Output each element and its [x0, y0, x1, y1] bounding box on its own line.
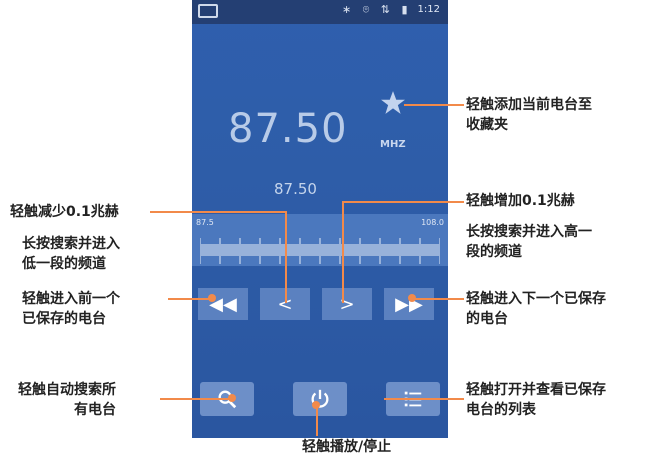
- dial-ticks: [200, 238, 440, 264]
- callout-step-down-long: 长按搜索并进入 低一段的频道: [22, 236, 120, 272]
- leader-open-list: [384, 398, 464, 400]
- dial-min-label: 87.5: [196, 218, 214, 227]
- callout-step-up: 轻触增加0.1兆赫: [466, 193, 575, 209]
- dial-max-label: 108.0: [421, 218, 444, 227]
- leader-step-up-v: [342, 201, 344, 303]
- leader-favorite: [404, 104, 464, 106]
- callout-next-saved: 轻触进入下一个已保存 的电台: [466, 291, 606, 327]
- power-button[interactable]: [293, 382, 347, 416]
- radio-screen: ∗ ⌾ ⇅ ▮ 1:12 87.50 MHZ 87.50 87.5 108.0 …: [192, 0, 448, 438]
- favorite-star-icon[interactable]: [380, 90, 406, 116]
- frequency-unit: MHZ: [380, 139, 406, 150]
- marker-power: [312, 401, 320, 409]
- radio-app-icon: [198, 4, 218, 18]
- clock: 1:12: [417, 4, 440, 15]
- callout-play-stop: 轻触播放/停止: [302, 439, 392, 455]
- leader-next-saved: [412, 298, 464, 300]
- secondary-frequency: 87.50: [274, 180, 317, 198]
- callout-step-down: 轻触减少0.1兆赫: [10, 204, 119, 220]
- callout-prev-saved: 轻触进入前一个 已保存的电台: [22, 291, 120, 327]
- leader-auto-search: [160, 398, 232, 400]
- marker-next: [408, 294, 416, 302]
- current-frequency: 87.50: [228, 106, 348, 152]
- leader-step-down-h: [150, 211, 286, 213]
- callout-auto-search: 轻触自动搜索所 有电台: [18, 382, 116, 418]
- status-bar: ∗ ⌾ ⇅ ▮ 1:12: [192, 0, 448, 24]
- callout-open-list: 轻触打开并查看已保存 电台的列表: [466, 382, 606, 418]
- frequency-dial[interactable]: 87.5 108.0: [192, 214, 448, 266]
- callout-step-up-long: 长按搜索并进入高一 段的频道: [466, 224, 592, 260]
- prev-saved-button[interactable]: ◀◀: [198, 288, 248, 320]
- marker-prev: [208, 294, 216, 302]
- leader-step-up-h: [342, 201, 464, 203]
- next-saved-button[interactable]: ▶▶: [384, 288, 434, 320]
- leader-prev-saved: [168, 298, 212, 300]
- leader-step-down-v: [285, 211, 287, 303]
- status-icons: ∗ ⌾ ⇅ ▮: [342, 3, 412, 16]
- step-up-button[interactable]: >: [322, 288, 372, 320]
- callout-favorite: 轻触添加当前电台至 收藏夹: [466, 97, 592, 133]
- marker-search: [228, 394, 236, 402]
